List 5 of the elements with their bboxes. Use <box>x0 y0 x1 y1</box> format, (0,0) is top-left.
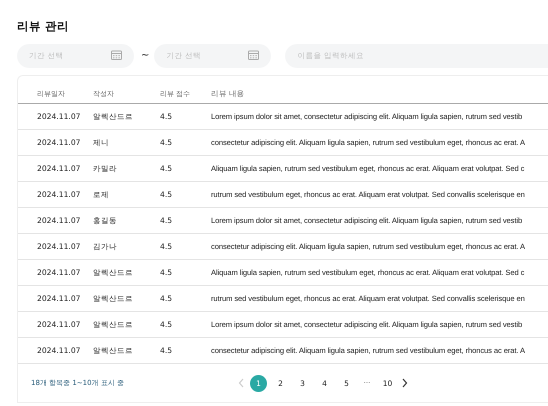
chevron-right-icon[interactable] <box>401 378 408 388</box>
calendar-icon[interactable] <box>111 50 122 60</box>
calendar-icon[interactable] <box>248 50 260 60</box>
page-title: 리뷰 관리 <box>17 19 70 34</box>
range-separator: ~ <box>141 50 150 60</box>
